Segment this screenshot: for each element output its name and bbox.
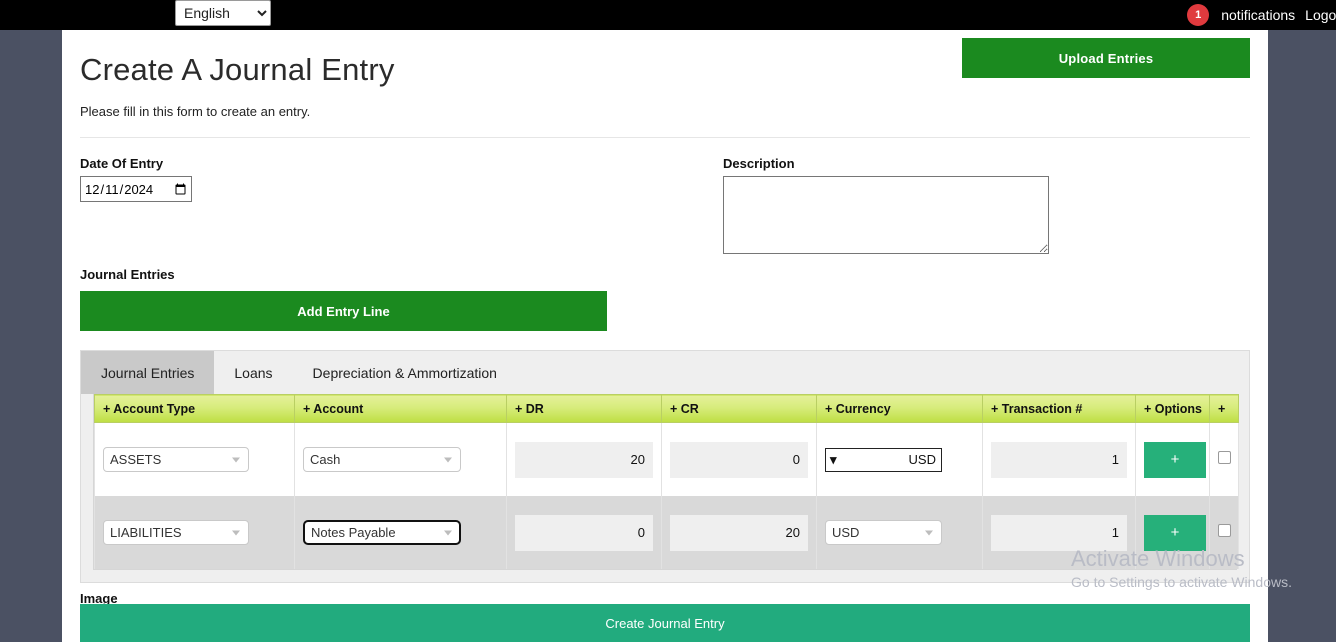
column-add[interactable]: + xyxy=(1209,394,1239,423)
date-of-entry-field: Date Of Entry xyxy=(80,156,192,202)
date-of-entry-input[interactable] xyxy=(80,176,192,202)
journal-entries-label: Journal Entries xyxy=(80,267,175,282)
language-select[interactable]: English xyxy=(175,0,271,26)
column-cr[interactable]: + CR xyxy=(661,394,817,423)
cell-account: Notes Payable xyxy=(294,496,507,569)
tab-journal-entries[interactable]: Journal Entries xyxy=(81,351,215,394)
add-entry-line-button[interactable]: Add Entry Line xyxy=(80,291,607,331)
cr-input-row2[interactable] xyxy=(670,514,808,551)
description-textarea[interactable] xyxy=(723,176,1049,254)
account-type-select-row2[interactable]: LIABILITIES xyxy=(103,520,249,545)
cell-transaction-number xyxy=(982,496,1136,569)
chevron-down-icon: ▾ xyxy=(830,452,837,467)
cell-currency: USD xyxy=(816,496,983,569)
description-label: Description xyxy=(723,156,795,171)
cell-dr xyxy=(506,422,662,496)
upload-entries-button[interactable]: Upload Entries xyxy=(962,38,1250,78)
cell-account-type: ASSETS xyxy=(94,422,295,496)
create-journal-entry-button[interactable]: Create Journal Entry xyxy=(80,604,1250,642)
currency-select-row2[interactable]: USD xyxy=(825,520,942,545)
table-header-row: + Account Type + Account + DR + CR + Cur… xyxy=(94,394,1239,423)
divider xyxy=(80,137,1250,138)
date-of-entry-label: Date Of Entry xyxy=(80,156,164,171)
dr-input-row2[interactable] xyxy=(515,514,653,551)
account-select-row1[interactable]: Cash xyxy=(303,447,461,472)
cell-options: + xyxy=(1135,496,1210,569)
entries-table-wrapper: + Account Type + Account + DR + CR + Cur… xyxy=(93,394,1239,570)
add-option-button-row2[interactable]: + xyxy=(1144,514,1206,551)
entries-tab-panel: Journal Entries Loans Depreciation & Amm… xyxy=(80,350,1250,583)
column-currency[interactable]: + Currency xyxy=(816,394,983,423)
cell-cr xyxy=(661,422,817,496)
column-account[interactable]: + Account xyxy=(294,394,507,423)
cell-select-row xyxy=(1209,496,1239,569)
topbar-right-group: 1 notifications Logout xyxy=(1187,0,1336,30)
transaction-number-input-row2[interactable] xyxy=(991,514,1127,551)
cell-cr xyxy=(661,496,817,569)
currency-select-wrapper: USD xyxy=(825,520,942,545)
top-fields-row: Date Of Entry Description xyxy=(80,156,1250,266)
notification-count-badge: 1 xyxy=(1187,4,1210,26)
account-type-select-row1[interactable]: ASSETS xyxy=(103,447,249,472)
cell-select-row xyxy=(1209,422,1239,496)
row-checkbox-row1[interactable] xyxy=(1218,450,1231,464)
cell-options: + xyxy=(1135,422,1210,496)
column-transaction-number[interactable]: + Transaction # xyxy=(982,394,1136,423)
cell-account: Cash xyxy=(294,422,507,496)
dr-input-row1[interactable] xyxy=(515,441,653,478)
page-subtitle: Please fill in this form to create an en… xyxy=(80,104,311,119)
account-select-wrapper: Cash xyxy=(303,447,461,472)
column-dr[interactable]: + DR xyxy=(506,394,662,423)
column-options[interactable]: + Options xyxy=(1135,394,1210,423)
account-select-row2[interactable]: Notes Payable xyxy=(303,520,461,545)
logout-link[interactable]: Logout xyxy=(1305,7,1336,23)
row-checkbox-row2[interactable] xyxy=(1218,523,1231,537)
notifications-link[interactable]: notifications xyxy=(1221,7,1295,23)
add-option-button-row1[interactable]: + xyxy=(1144,441,1206,478)
cell-account-type: LIABILITIES xyxy=(94,496,295,569)
tab-depreciation-amortization[interactable]: Depreciation & Ammortization xyxy=(293,351,517,394)
currency-value-row1: USD xyxy=(908,452,936,467)
account-type-select-wrapper: ASSETS xyxy=(103,447,249,472)
table-row: ASSETS Cash 20 0 ▾ USD 1 + xyxy=(94,422,1239,496)
top-navigation-bar: English 1 notifications Logout xyxy=(0,0,1336,30)
cell-dr xyxy=(506,496,662,569)
tab-loans[interactable]: Loans xyxy=(214,351,292,394)
table-row: LIABILITIES Notes Payable 0 20 USD 1 + xyxy=(94,496,1239,569)
account-select-wrapper: Notes Payable xyxy=(303,520,461,545)
description-field: Description xyxy=(723,156,1049,259)
transaction-number-input-row1[interactable] xyxy=(991,441,1127,478)
cell-currency: ▾ USD xyxy=(816,422,983,496)
currency-select-row1[interactable]: ▾ USD xyxy=(825,447,942,472)
cell-transaction-number xyxy=(982,422,1136,496)
main-content-panel: Upload Entries Create A Journal Entry Pl… xyxy=(62,30,1268,642)
column-account-type[interactable]: + Account Type xyxy=(94,394,295,423)
account-type-select-wrapper: LIABILITIES xyxy=(103,520,249,545)
cr-input-row1[interactable] xyxy=(670,441,808,478)
journal-entries-table: + Account Type + Account + DR + CR + Cur… xyxy=(94,394,1239,569)
tab-list: Journal Entries Loans Depreciation & Amm… xyxy=(81,351,1249,394)
journal-entries-section: Journal Entries Add Entry Line xyxy=(80,266,1250,331)
